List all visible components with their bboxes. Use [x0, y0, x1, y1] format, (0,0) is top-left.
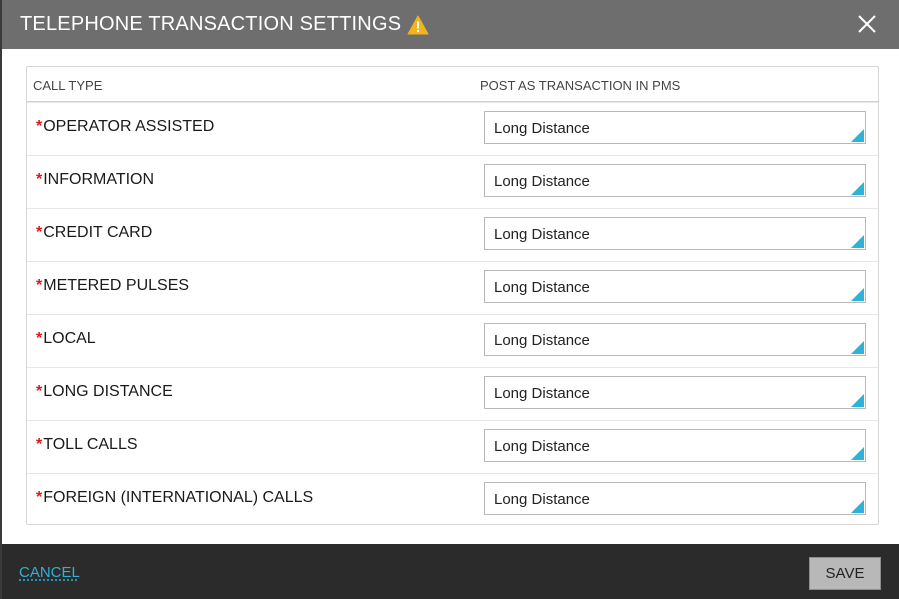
- transaction-select[interactable]: Long Distance: [484, 323, 866, 356]
- dialog-footer: CANCEL SAVE: [2, 544, 899, 599]
- close-icon[interactable]: [857, 13, 877, 35]
- call-type-text: LONG DISTANCE: [43, 383, 173, 400]
- table-body: *OPERATOR ASSISTED Long Distance *INFORMAT…: [27, 103, 878, 527]
- dropdown-corner-icon: [851, 500, 864, 513]
- required-marker: *: [36, 118, 43, 135]
- transaction-select-value: Long Distance: [494, 491, 590, 508]
- call-type-label: *INFORMATION: [36, 171, 154, 189]
- transaction-select[interactable]: Long Distance: [484, 111, 866, 144]
- table-row: *LOCAL Long Distance: [27, 315, 878, 368]
- transaction-select[interactable]: Long Distance: [484, 164, 866, 197]
- transaction-select[interactable]: Long Distance: [484, 270, 866, 303]
- dialog-content: CALL TYPE POST AS TRANSACTION IN PMS *OP…: [2, 49, 899, 544]
- call-type-text: INFORMATION: [43, 171, 155, 188]
- call-type-text: CREDIT CARD: [43, 224, 153, 241]
- table-row: *INFORMATION Long Distance: [27, 156, 878, 209]
- required-marker: *: [36, 330, 43, 347]
- transaction-select-value: Long Distance: [494, 120, 590, 137]
- required-marker: *: [36, 224, 43, 241]
- call-type-label: *TOLL CALLS: [36, 436, 138, 454]
- dropdown-corner-icon: [851, 394, 864, 407]
- dropdown-corner-icon: [851, 288, 864, 301]
- dropdown-corner-icon: [851, 447, 864, 460]
- column-header-post-as: POST AS TRANSACTION IN PMS: [480, 78, 681, 93]
- call-type-label: *OPERATOR ASSISTED: [36, 118, 214, 136]
- call-type-text: METERED PULSES: [43, 277, 190, 294]
- call-type-text: TOLL CALLS: [43, 436, 138, 453]
- transaction-select[interactable]: Long Distance: [484, 376, 866, 409]
- save-button[interactable]: SAVE: [809, 557, 881, 590]
- required-marker: *: [36, 489, 43, 506]
- call-type-label: *LONG DISTANCE: [36, 383, 173, 401]
- dropdown-corner-icon: [851, 182, 864, 195]
- transaction-select-value: Long Distance: [494, 279, 590, 296]
- close-button[interactable]: [857, 13, 877, 35]
- title-wrap: TELEPHONE TRANSACTION SETTINGS: [20, 0, 429, 49]
- transaction-select[interactable]: Long Distance: [484, 429, 866, 462]
- required-marker: *: [36, 277, 43, 294]
- dropdown-corner-icon: [851, 341, 864, 354]
- call-type-text: OPERATOR ASSISTED: [43, 118, 215, 135]
- transaction-select[interactable]: Long Distance: [484, 217, 866, 250]
- cancel-link[interactable]: CANCEL: [19, 564, 80, 581]
- table-row: *FOREIGN (INTERNATIONAL) CALLS Long Dista…: [27, 474, 878, 527]
- table-row: *OPERATOR ASSISTED Long Distance: [27, 103, 878, 156]
- table-row: *LONG DISTANCE Long Distance: [27, 368, 878, 421]
- required-marker: *: [36, 436, 43, 453]
- call-type-label: *CREDIT CARD: [36, 224, 152, 242]
- required-marker: *: [36, 383, 43, 400]
- dialog-titlebar: TELEPHONE TRANSACTION SETTINGS: [2, 0, 899, 49]
- call-type-label: *LOCAL: [36, 330, 96, 348]
- table-header: CALL TYPE POST AS TRANSACTION IN PMS: [27, 67, 878, 103]
- call-type-text: LOCAL: [43, 330, 96, 347]
- call-type-label: *METERED PULSES: [36, 277, 189, 295]
- required-marker: *: [36, 171, 43, 188]
- transaction-select-value: Long Distance: [494, 173, 590, 190]
- transaction-select-value: Long Distance: [494, 438, 590, 455]
- table-row: *CREDIT CARD Long Distance: [27, 209, 878, 262]
- dialog-title: TELEPHONE TRANSACTION SETTINGS: [20, 13, 402, 35]
- dropdown-corner-icon: [851, 129, 864, 142]
- transaction-select-value: Long Distance: [494, 332, 590, 349]
- transaction-select[interactable]: Long Distance: [484, 482, 866, 515]
- transaction-select-value: Long Distance: [494, 385, 590, 402]
- table-row: *METERED PULSES Long Distance: [27, 262, 878, 315]
- warning-icon: [407, 15, 429, 35]
- transaction-select-value: Long Distance: [494, 226, 590, 243]
- column-header-call-type: CALL TYPE: [33, 78, 103, 93]
- table-row: *TOLL CALLS Long Distance: [27, 421, 878, 474]
- settings-table: CALL TYPE POST AS TRANSACTION IN PMS *OP…: [26, 66, 879, 525]
- call-type-text: FOREIGN (INTERNATIONAL) CALLS: [43, 489, 314, 506]
- dropdown-corner-icon: [851, 235, 864, 248]
- call-type-label: *FOREIGN (INTERNATIONAL) CALLS: [36, 489, 313, 507]
